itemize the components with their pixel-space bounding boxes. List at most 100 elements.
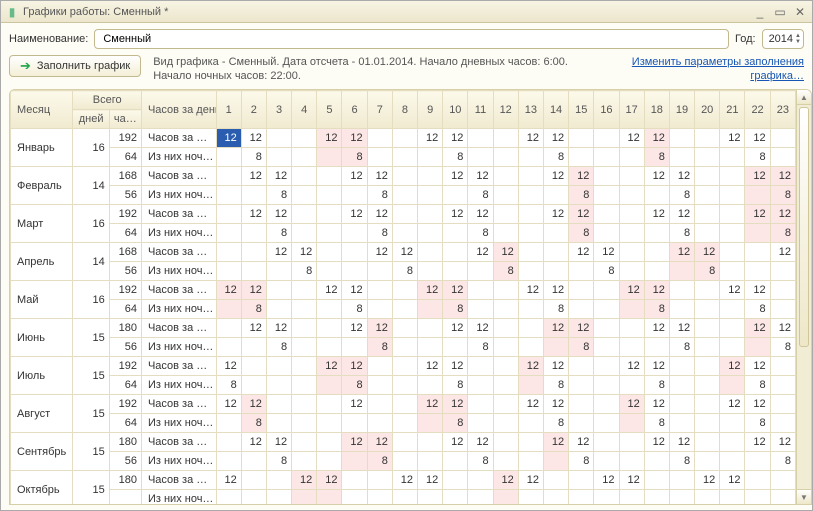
total-hours-cell[interactable]: 168 (109, 167, 141, 186)
total-hours-cell[interactable]: 180 (109, 471, 141, 490)
cell[interactable]: 12 (669, 319, 694, 338)
month-cell[interactable]: Октябрь (11, 471, 73, 505)
cell[interactable] (770, 281, 795, 300)
cell[interactable] (493, 300, 518, 319)
days-cell[interactable]: 15 (73, 319, 109, 357)
cell[interactable] (669, 300, 694, 319)
col-day-4[interactable]: 4 (292, 91, 317, 129)
cell[interactable] (418, 376, 443, 395)
cell[interactable] (418, 148, 443, 167)
cell[interactable] (392, 129, 417, 148)
cell[interactable]: 12 (543, 167, 568, 186)
cell[interactable] (367, 129, 392, 148)
cell[interactable] (292, 205, 317, 224)
cell[interactable] (266, 490, 291, 505)
cell[interactable] (695, 490, 720, 505)
cell[interactable]: 8 (569, 338, 594, 357)
cell[interactable]: 8 (216, 376, 241, 395)
cell[interactable] (518, 262, 543, 281)
cell[interactable] (543, 452, 568, 471)
cell[interactable] (216, 452, 241, 471)
cell[interactable]: 8 (342, 148, 367, 167)
cell[interactable] (367, 395, 392, 414)
cell[interactable] (292, 148, 317, 167)
cell[interactable] (569, 414, 594, 433)
cell[interactable] (317, 148, 342, 167)
cell[interactable] (695, 433, 720, 452)
row-label-hours[interactable]: Часов за … (141, 433, 216, 452)
row-label-night[interactable]: Из них ноч… (141, 224, 216, 243)
row-label-night[interactable]: Из них ноч… (141, 376, 216, 395)
cell[interactable]: 12 (644, 319, 669, 338)
total-hours-cell[interactable]: 192 (109, 129, 141, 148)
cell[interactable] (418, 205, 443, 224)
cell[interactable] (669, 281, 694, 300)
cell[interactable]: 12 (418, 471, 443, 490)
cell[interactable]: 12 (418, 395, 443, 414)
cell[interactable]: 12 (468, 167, 493, 186)
year-spinner[interactable]: 2014 ▲ ▼ (762, 29, 804, 49)
cell[interactable] (669, 395, 694, 414)
cell[interactable] (317, 319, 342, 338)
cell[interactable] (266, 357, 291, 376)
cell[interactable] (241, 357, 266, 376)
cell[interactable] (392, 357, 417, 376)
maximize-button[interactable]: ▭ (772, 4, 788, 20)
cell[interactable]: 12 (770, 167, 795, 186)
cell[interactable]: 12 (443, 433, 468, 452)
cell[interactable] (619, 300, 644, 319)
cell[interactable] (594, 205, 619, 224)
cell[interactable] (493, 338, 518, 357)
cell[interactable] (619, 319, 644, 338)
cell[interactable] (317, 490, 342, 505)
row-label-night[interactable]: Из них ноч… (141, 338, 216, 357)
row-label-night[interactable]: Из них ноч… (141, 148, 216, 167)
cell[interactable] (266, 395, 291, 414)
cell[interactable]: 12 (367, 433, 392, 452)
col-hours-per-day[interactable]: Часов за день (141, 91, 216, 129)
total-hours-cell[interactable]: 180 (109, 319, 141, 338)
cell[interactable] (493, 395, 518, 414)
cell[interactable] (745, 471, 770, 490)
night-total-cell[interactable]: 64 (109, 224, 141, 243)
cell[interactable] (317, 262, 342, 281)
cell[interactable] (367, 490, 392, 505)
cell[interactable]: 8 (493, 262, 518, 281)
cell[interactable] (342, 414, 367, 433)
cell[interactable] (292, 300, 317, 319)
cell[interactable]: 12 (745, 205, 770, 224)
cell[interactable] (720, 490, 745, 505)
cell[interactable] (695, 186, 720, 205)
cell[interactable] (342, 471, 367, 490)
total-hours-cell[interactable]: 192 (109, 205, 141, 224)
vertical-scrollbar[interactable]: ▲ ▼ (796, 90, 811, 504)
cell[interactable] (644, 262, 669, 281)
cell[interactable]: 8 (266, 224, 291, 243)
year-down-icon[interactable]: ▼ (795, 39, 801, 45)
cell[interactable] (468, 395, 493, 414)
night-total-cell[interactable]: 64 (109, 414, 141, 433)
total-hours-cell[interactable]: 192 (109, 395, 141, 414)
cell[interactable]: 8 (695, 262, 720, 281)
month-cell[interactable]: Март (11, 205, 73, 243)
cell[interactable] (770, 414, 795, 433)
cell[interactable] (292, 452, 317, 471)
cell[interactable]: 12 (720, 357, 745, 376)
cell[interactable] (392, 433, 417, 452)
cell[interactable]: 8 (770, 338, 795, 357)
cell[interactable] (292, 224, 317, 243)
cell[interactable]: 8 (342, 300, 367, 319)
cell[interactable] (292, 414, 317, 433)
scroll-up-icon[interactable]: ▲ (797, 90, 811, 105)
cell[interactable]: 12 (695, 471, 720, 490)
cell[interactable] (594, 224, 619, 243)
cell[interactable]: 8 (367, 224, 392, 243)
month-cell[interactable]: Февраль (11, 167, 73, 205)
total-hours-cell[interactable]: 168 (109, 243, 141, 262)
cell[interactable]: 12 (543, 281, 568, 300)
cell[interactable] (241, 376, 266, 395)
row-label-night[interactable]: Из них ноч… (141, 300, 216, 319)
cell[interactable] (644, 186, 669, 205)
cell[interactable]: 8 (745, 376, 770, 395)
cell[interactable] (468, 300, 493, 319)
